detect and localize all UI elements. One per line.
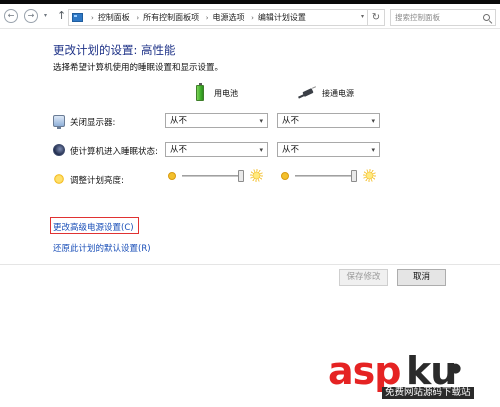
brightness-battery-slider[interactable] [168,169,264,184]
chevron-down-icon: ▾ [371,146,375,154]
search-icon[interactable] [483,14,490,21]
breadcrumb-control-panel[interactable]: 控制面板 [98,13,130,22]
watermark-logo: asp ku ● 免费网站源码下载站 [328,351,498,407]
breadcrumb-all-items[interactable]: 所有控制面板项 [143,13,199,22]
chevron-down-icon: ▾ [259,146,263,154]
forward-arrow-icon: → [27,11,35,20]
breadcrumb-edit-plan[interactable]: 编辑计划设置 [258,13,306,22]
chevron-down-icon: ▾ [371,117,375,125]
advanced-settings-link[interactable]: 更改高级电源设置(C) [53,221,134,233]
watermark-ku: ku [406,349,457,393]
back-arrow-icon: ← [7,11,15,20]
select-value: 从不 [170,145,188,155]
slider-track[interactable] [182,175,244,177]
page-title: 更改计划的设置: 高性能 [53,43,176,57]
navigation-bar: ← → ▾ ↑ › 控制面板 › 所有控制面板项 › 电源选项 › 编辑计划设置 ▾ ↻… [0,4,500,29]
breadcrumb-separator[interactable]: › [251,14,254,22]
sleep-plugged-select[interactable]: 从不 ▾ [277,142,380,157]
breadcrumb-separator[interactable]: › [91,14,94,22]
display-off-battery-select[interactable]: 从不 ▾ [165,113,268,128]
breadcrumb: › 控制面板 › 所有控制面板项 › 电源选项 › 编辑计划设置 [87,12,306,24]
row-label-brightness: 调整计划亮度: [70,176,124,186]
full-brightness-icon [363,169,376,182]
column-label-battery: 用电池 [214,89,238,98]
brightness-plugged-slider[interactable] [281,169,377,184]
up-button[interactable]: ↑ [57,10,66,21]
select-value: 从不 [170,116,188,126]
forward-button[interactable]: → [24,9,38,23]
monitor-icon [53,115,65,129]
sleep-battery-select[interactable]: 从不 ▾ [165,142,268,157]
restore-defaults-link[interactable]: 还原此计划的默认设置(R) [53,242,151,254]
select-value: 从不 [282,116,300,126]
display-off-plugged-select[interactable]: 从不 ▾ [277,113,380,128]
breadcrumb-power-options[interactable]: 电源选项 [213,13,245,22]
refresh-icon: ↻ [371,12,381,23]
save-button[interactable]: 保存修改 [339,269,388,286]
column-label-plugged-in: 接通电源 [322,89,354,98]
sleep-moon-icon [53,144,65,156]
slider-thumb[interactable] [238,170,244,182]
select-value: 从不 [282,145,300,155]
full-brightness-icon [250,169,263,182]
search-box[interactable]: 搜索控制面板 [390,9,496,26]
power-plug-icon [298,86,317,99]
row-label-display: 关闭显示器: [70,118,116,128]
control-panel-icon [72,13,83,22]
watermark-asp: asp [328,349,401,393]
slider-track[interactable] [295,175,357,177]
chevron-down-icon: ▾ [259,117,263,125]
page-description: 选择希望计算机使用的睡眠设置和显示设置。 [53,63,224,73]
cancel-button[interactable]: 取消 [397,269,446,286]
dim-brightness-icon [281,172,289,180]
brightness-sun-icon [53,173,65,185]
watermark-subtitle: 免费网站源码下载站 [382,387,474,399]
watermark-dot: ● [450,361,462,376]
footer-divider [0,264,500,265]
address-dropdown-icon[interactable]: ▾ [361,13,364,20]
refresh-button[interactable]: ↻ [368,9,385,26]
breadcrumb-separator[interactable]: › [136,14,139,22]
search-input[interactable]: 搜索控制面板 [395,12,440,24]
address-bar[interactable]: › 控制面板 › 所有控制面板项 › 电源选项 › 编辑计划设置 ▾ [68,9,368,26]
back-button[interactable]: ← [4,9,18,23]
breadcrumb-separator[interactable]: › [206,14,209,22]
battery-icon [196,83,204,101]
row-label-sleep: 使计算机进入睡眠状态: [70,147,158,157]
slider-thumb[interactable] [351,170,357,182]
dim-brightness-icon [168,172,176,180]
recent-locations-dropdown[interactable]: ▾ [44,12,47,19]
